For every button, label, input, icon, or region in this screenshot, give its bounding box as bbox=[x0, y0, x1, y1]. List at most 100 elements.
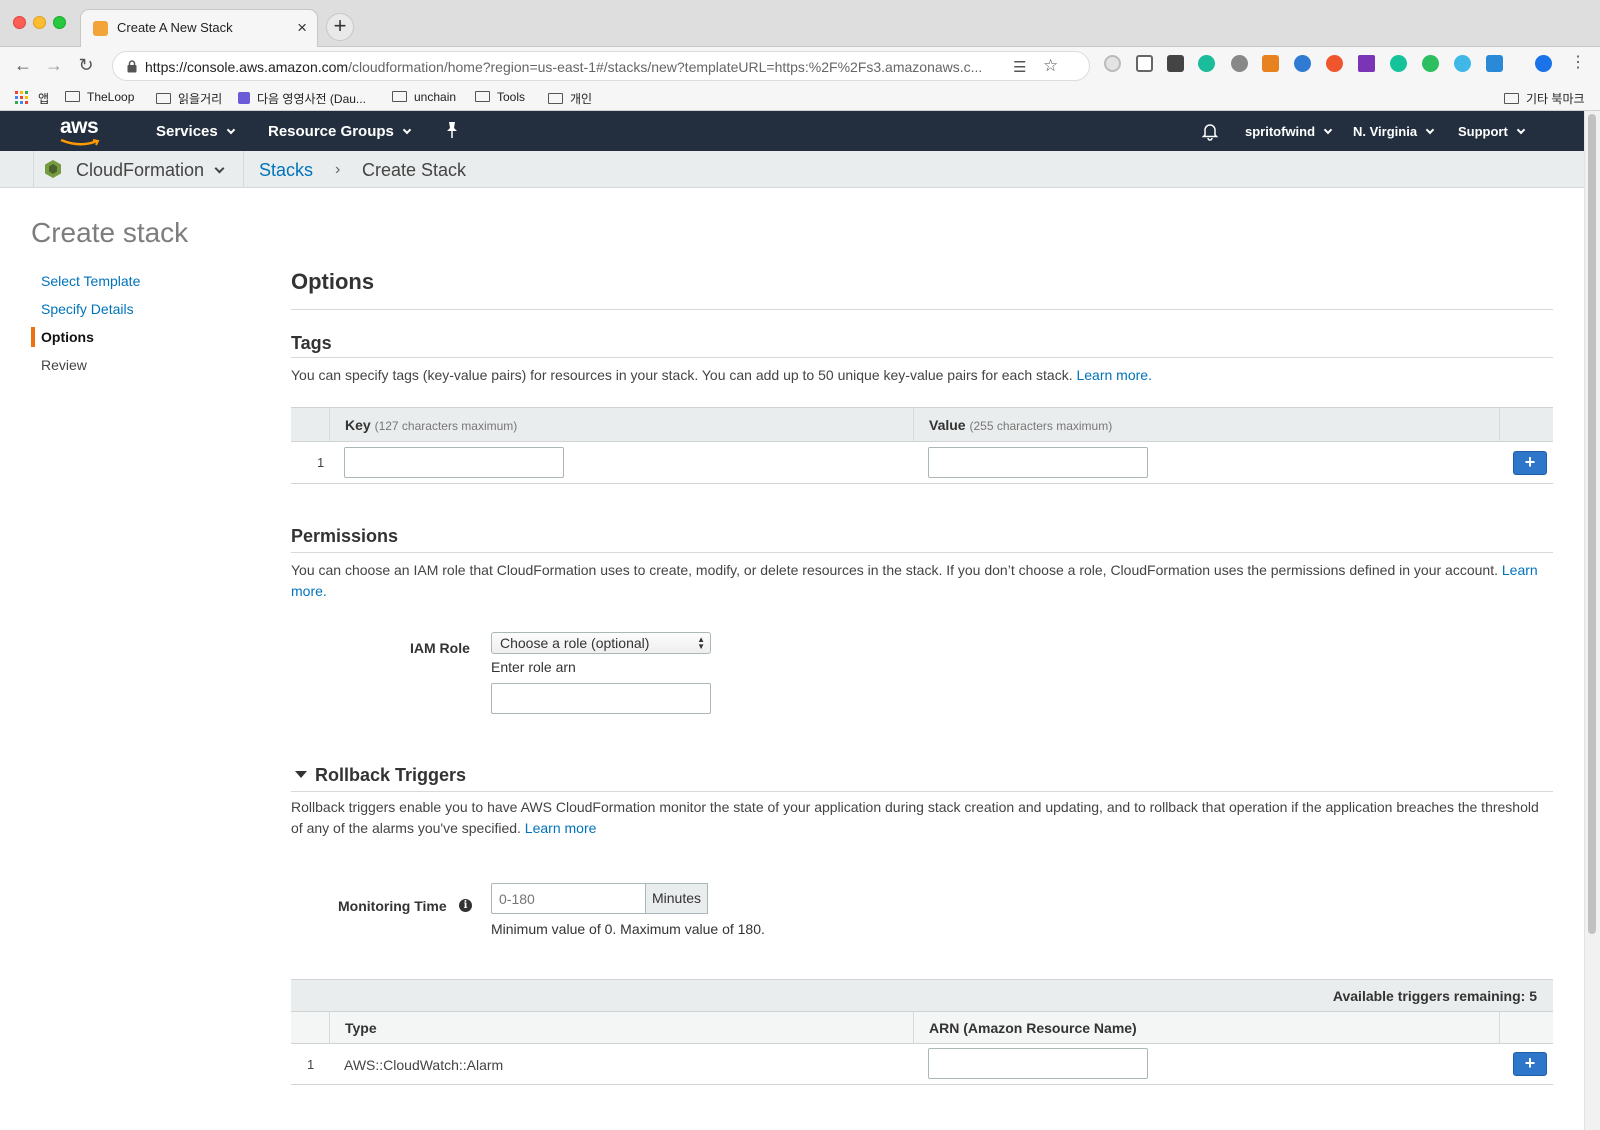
bell-icon[interactable] bbox=[1200, 121, 1220, 141]
folder-icon bbox=[548, 93, 563, 104]
chevron-down-icon bbox=[402, 125, 412, 135]
zoom-window-button[interactable] bbox=[53, 16, 66, 29]
trigger-arn-input[interactable] bbox=[928, 1048, 1148, 1079]
breadcrumb-stacks[interactable]: Stacks bbox=[259, 160, 313, 181]
browser-menu-icon[interactable]: ⋮ bbox=[1570, 52, 1586, 72]
forward-arrow-icon[interactable]: → bbox=[43, 55, 65, 75]
step-select-template[interactable]: Select Template bbox=[41, 273, 140, 289]
divider bbox=[291, 309, 1553, 310]
folder-icon bbox=[475, 91, 490, 102]
region-menu[interactable]: N. Virginia bbox=[1353, 124, 1435, 139]
bookmarks-bar: 앱 TheLoop 읽을거리 다음 영영사전 (Dau... unchain T… bbox=[0, 85, 1600, 111]
tab-title: Create A New Stack bbox=[117, 20, 233, 35]
extension-orange-icon[interactable] bbox=[1326, 55, 1343, 72]
apps-grid-icon[interactable] bbox=[15, 91, 28, 104]
folder-icon bbox=[156, 93, 171, 104]
resource-groups-menu[interactable]: Resource Groups bbox=[268, 123, 412, 140]
divider bbox=[913, 1012, 914, 1044]
browser-tab[interactable]: Create A New Stack × bbox=[80, 9, 318, 47]
bookmark-apps[interactable]: 앱 bbox=[38, 90, 49, 107]
aws-top-nav: aws Services Resource Groups spritofwind… bbox=[0, 111, 1584, 151]
tag-key-input[interactable] bbox=[344, 447, 564, 478]
tags-learn-more-link[interactable]: Learn more. bbox=[1076, 367, 1151, 383]
minimize-window-button[interactable] bbox=[33, 16, 46, 29]
breadcrumb-current: Create Stack bbox=[362, 160, 467, 180]
add-tag-button[interactable]: + bbox=[1513, 451, 1547, 475]
monitoring-time-input[interactable] bbox=[491, 883, 646, 914]
role-arn-input[interactable] bbox=[491, 683, 711, 714]
close-window-button[interactable] bbox=[13, 16, 26, 29]
new-tab-button[interactable]: + bbox=[326, 13, 354, 41]
active-step-indicator bbox=[31, 327, 35, 347]
row-number: 1 bbox=[317, 455, 325, 470]
account-menu[interactable]: spritofwind bbox=[1245, 124, 1333, 139]
extension-chat-icon[interactable] bbox=[1231, 55, 1248, 72]
bookmark-other[interactable]: 기타 북마크 bbox=[1504, 90, 1585, 107]
rollback-learn-more-link[interactable]: Learn more bbox=[525, 820, 597, 836]
extension-fox-icon[interactable] bbox=[1262, 55, 1279, 72]
select-arrows-icon: ▲ ▼ bbox=[697, 635, 705, 651]
extension-keep-icon[interactable] bbox=[1167, 55, 1184, 72]
lock-icon bbox=[127, 60, 137, 73]
pin-icon[interactable] bbox=[444, 121, 460, 139]
tab-close-icon[interactable]: × bbox=[297, 18, 307, 38]
extension-onenote-icon[interactable] bbox=[1358, 55, 1375, 72]
extension-doc-icon[interactable] bbox=[1486, 55, 1503, 72]
scrollbar-thumb[interactable] bbox=[1588, 114, 1596, 934]
extension-grammarly-icon[interactable] bbox=[1390, 55, 1407, 72]
add-trigger-button[interactable]: + bbox=[1513, 1052, 1547, 1076]
bookmark-personal[interactable]: 개인 bbox=[548, 90, 592, 107]
table-row: 1 + bbox=[291, 442, 1553, 484]
reload-icon[interactable]: ↻ bbox=[75, 55, 97, 75]
extension-globe-icon[interactable] bbox=[1294, 55, 1311, 72]
tags-description: You can specify tags (key-value pairs) f… bbox=[291, 367, 1152, 383]
step-options: Options bbox=[41, 329, 94, 345]
chevron-down-icon bbox=[1323, 125, 1333, 135]
chevron-down-icon bbox=[1425, 125, 1435, 135]
extension-sync-icon[interactable] bbox=[1454, 55, 1471, 72]
extension-evernote-icon[interactable] bbox=[1422, 55, 1439, 72]
page-title: Create stack bbox=[31, 217, 189, 248]
translate-icon[interactable]: ☰ bbox=[1013, 58, 1026, 76]
service-menu-cloudformation[interactable]: CloudFormation bbox=[76, 160, 225, 181]
extension-grid-icon[interactable] bbox=[1136, 55, 1153, 72]
minutes-addon: Minutes bbox=[645, 883, 709, 914]
divider bbox=[243, 151, 244, 188]
address-bar[interactable]: https://console.aws.amazon.com/cloudform… bbox=[112, 51, 1090, 81]
daum-icon bbox=[238, 92, 250, 104]
divider bbox=[329, 408, 330, 442]
divider bbox=[1499, 1012, 1500, 1044]
bookmark-daum-dictionary[interactable]: 다음 영영사전 (Dau... bbox=[238, 90, 366, 107]
extension-m-icon[interactable] bbox=[1198, 55, 1215, 72]
divider bbox=[1499, 408, 1500, 442]
info-icon[interactable]: i bbox=[459, 899, 472, 912]
support-menu[interactable]: Support bbox=[1458, 124, 1526, 139]
enter-role-arn-label: Enter role arn bbox=[491, 659, 576, 675]
bookmark-reading[interactable]: 읽을거리 bbox=[156, 90, 222, 107]
profile-avatar[interactable] bbox=[1535, 55, 1552, 72]
tag-value-input[interactable] bbox=[928, 447, 1148, 478]
bookmark-theloop[interactable]: TheLoop bbox=[65, 90, 134, 104]
collapse-triangle-icon[interactable] bbox=[295, 771, 307, 778]
url-text: https://console.aws.amazon.com/cloudform… bbox=[145, 59, 983, 75]
triggers-remaining-bar: Available triggers remaining: 5 bbox=[291, 980, 1553, 1012]
breadcrumb-separator: › bbox=[335, 161, 341, 178]
divider bbox=[33, 151, 34, 188]
bookmark-tools[interactable]: Tools bbox=[475, 90, 525, 104]
back-arrow-icon[interactable]: ← bbox=[12, 55, 34, 75]
rollback-triggers-heading[interactable]: Rollback Triggers bbox=[315, 765, 466, 786]
monitoring-time-label: Monitoring Time bbox=[338, 898, 447, 914]
bookmark-star-icon[interactable]: ☆ bbox=[1043, 56, 1058, 76]
aws-logo[interactable]: aws bbox=[60, 115, 99, 139]
key-column-header: Key (127 characters maximum) bbox=[345, 417, 518, 433]
divider bbox=[291, 552, 1553, 553]
iam-role-select[interactable]: Choose a role (optional) ▲ ▼ bbox=[491, 632, 711, 654]
row-number: 1 bbox=[307, 1057, 315, 1072]
step-review: Review bbox=[41, 357, 87, 373]
extension-ghost-icon[interactable] bbox=[1104, 55, 1121, 72]
tags-table: Key (127 characters maximum) Value (255 … bbox=[291, 407, 1553, 484]
services-menu[interactable]: Services bbox=[156, 123, 235, 140]
tags-heading: Tags bbox=[291, 333, 332, 353]
step-specify-details[interactable]: Specify Details bbox=[41, 301, 134, 317]
bookmark-unchain[interactable]: unchain bbox=[392, 90, 456, 104]
